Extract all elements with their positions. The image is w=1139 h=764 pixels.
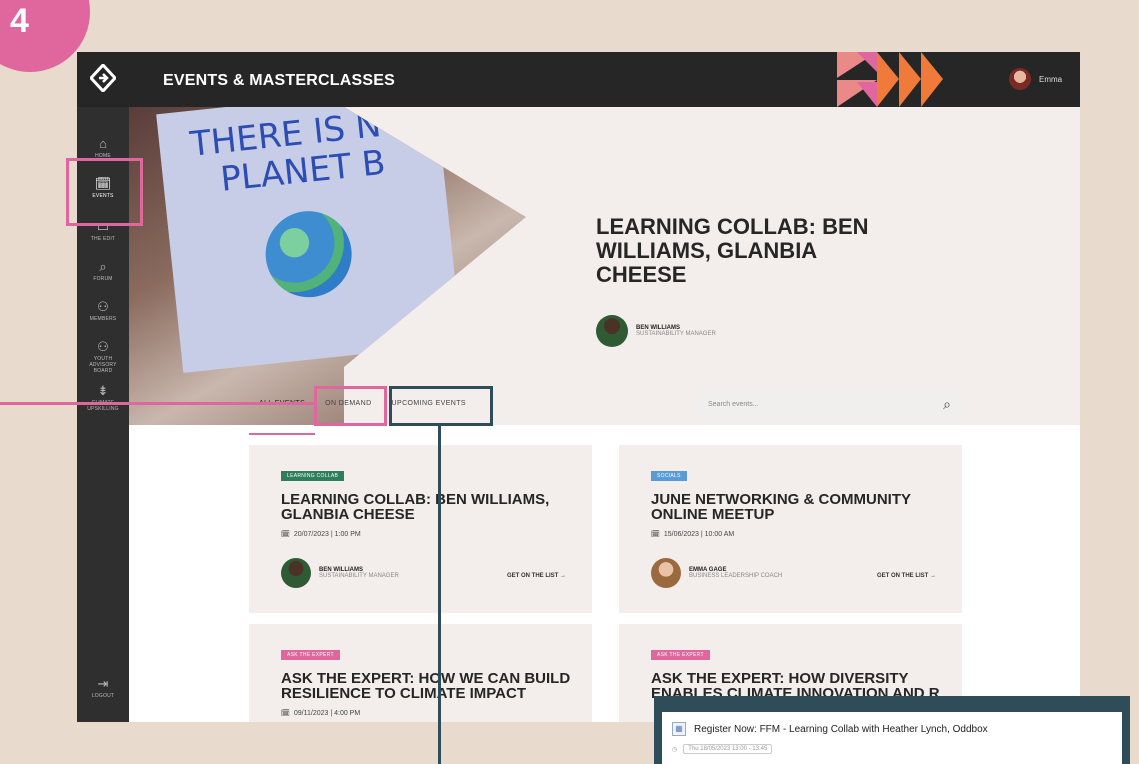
event-host: EMMA GAGE BUSINESS LEADERSHIP COACH	[651, 558, 782, 588]
upskill-icon: ⇟	[97, 383, 109, 398]
event-card[interactable]: LEARNING COLLAB LEARNING COLLAB: BEN WIL…	[249, 445, 592, 613]
upcoming-events-highlight-box	[389, 386, 493, 426]
sidebar-item-label: THE EDIT	[90, 236, 116, 242]
avatar	[1009, 68, 1031, 90]
event-date: 🗓 15/06/2023 | 10:00 AM	[651, 530, 735, 539]
event-date: 🗓 20/07/2023 | 1:00 PM	[281, 530, 361, 539]
hero-image: THERE IS NO PLANET B	[129, 107, 526, 425]
chat-icon: ⌕	[99, 259, 107, 274]
app-window: EVENTS & MASTERCLASSES Emma ⌂ HOME 🗓 EVE…	[77, 52, 1080, 722]
search-input[interactable]: Search events... ⌕	[696, 388, 963, 420]
event-title[interactable]: LEARNING COLLAB: BEN WILLIAMS, GLANBIA C…	[281, 492, 571, 522]
event-date: 🗓 09/11/2023 | 4:00 PM	[281, 709, 361, 718]
host-role: BUSINESS LEADERSHIP COACH	[689, 573, 783, 579]
top-bar: EVENTS & MASTERCLASSES Emma	[77, 52, 1080, 107]
members-icon: ⚇	[97, 299, 109, 314]
logout-icon: ⇥	[97, 676, 109, 691]
host-role: SUSTAINABILITY MANAGER	[636, 331, 716, 337]
event-card[interactable]: ASK THE EXPERT ASK THE EXPERT: HOW WE CA…	[249, 624, 592, 722]
hero-host: BEN WILLIAMS SUSTAINABILITY MANAGER	[596, 315, 716, 347]
protest-sign: THERE IS NO PLANET B	[156, 107, 462, 373]
callout-line-pink	[0, 402, 316, 405]
sidebar-item-members[interactable]: ⚇ MEMBERS	[77, 299, 129, 323]
logo-icon[interactable]	[90, 64, 116, 92]
sidebar-item-label: MEMBERS	[89, 316, 117, 322]
globe-icon	[261, 206, 356, 302]
calendar-icon: 🗓	[281, 531, 290, 538]
on-demand-highlight-box	[314, 386, 387, 426]
event-title[interactable]: JUNE NETWORKING & COMMUNITY ONLINE MEETU…	[651, 492, 941, 522]
sidebar-item-logout[interactable]: ⇥ LOGOUT	[77, 676, 129, 700]
category-tag: ASK THE EXPERT	[651, 650, 710, 660]
host-role: SUSTAINABILITY MANAGER	[319, 573, 399, 579]
category-tag: ASK THE EXPERT	[281, 650, 340, 660]
invite-title: ▦ Register Now: FFM - Learning Collab wi…	[672, 722, 1112, 736]
events-highlight-box	[66, 158, 143, 226]
event-host: BEN WILLIAMS SUSTAINABILITY MANAGER	[281, 558, 399, 588]
brand-triangles-icon	[837, 52, 943, 107]
callout-line-dark	[438, 426, 441, 764]
calendar-icon: 🗓	[281, 710, 290, 717]
hero-title: LEARNING COLLAB: BEN WILLIAMS, GLANBIA C…	[596, 214, 869, 287]
category-tag: LEARNING COLLAB	[281, 471, 345, 481]
calendar-icon: ▦	[672, 722, 686, 736]
sidebar-item-climate-upskilling[interactable]: ⇟ CLIMATE UPSKILLING	[77, 383, 129, 413]
hero-banner: THERE IS NO PLANET B LEARNING COLLAB: BE…	[129, 107, 1080, 425]
sidebar-item-label: FORUM	[93, 276, 113, 282]
sidebar-item-forum[interactable]: ⌕ FORUM	[77, 259, 129, 283]
invite-datetime: ◷ Thu 18/05/2023 13:00 - 13:45	[672, 744, 1112, 754]
search-placeholder: Search events...	[708, 400, 759, 408]
user-menu[interactable]: Emma	[1009, 68, 1062, 90]
search-icon[interactable]: ⌕	[943, 396, 951, 413]
home-icon: ⌂	[99, 136, 107, 151]
clock-icon: ◷	[672, 746, 678, 753]
group-icon: ⚇	[97, 339, 109, 354]
user-name: Emma	[1039, 74, 1063, 84]
sidebar-item-youth-advisory-board[interactable]: ⚇ YOUTH ADVISORY BOARD	[77, 339, 129, 375]
sidebar-item-label: YOUTH ADVISORY BOARD	[89, 356, 117, 374]
avatar	[651, 558, 681, 588]
sidebar-item-label: LOGOUT	[91, 693, 115, 699]
avatar	[596, 315, 628, 347]
calendar-icon: 🗓	[651, 531, 660, 538]
event-card[interactable]: SOCIALS JUNE NETWORKING & COMMUNITY ONLI…	[619, 445, 962, 613]
page-title: EVENTS & MASTERCLASSES	[163, 72, 395, 89]
category-tag: SOCIALS	[651, 471, 687, 481]
avatar	[281, 558, 311, 588]
calendar-invite-popup: ▦ Register Now: FFM - Learning Collab wi…	[654, 696, 1130, 764]
get-on-the-list-button[interactable]: GET ON THE LIST →	[877, 573, 936, 579]
sidebar-item-home[interactable]: ⌂ HOME	[77, 136, 129, 160]
get-on-the-list-button[interactable]: GET ON THE LIST →	[507, 573, 566, 579]
event-title[interactable]: ASK THE EXPERT: HOW WE CAN BUILD RESILIE…	[281, 671, 571, 701]
